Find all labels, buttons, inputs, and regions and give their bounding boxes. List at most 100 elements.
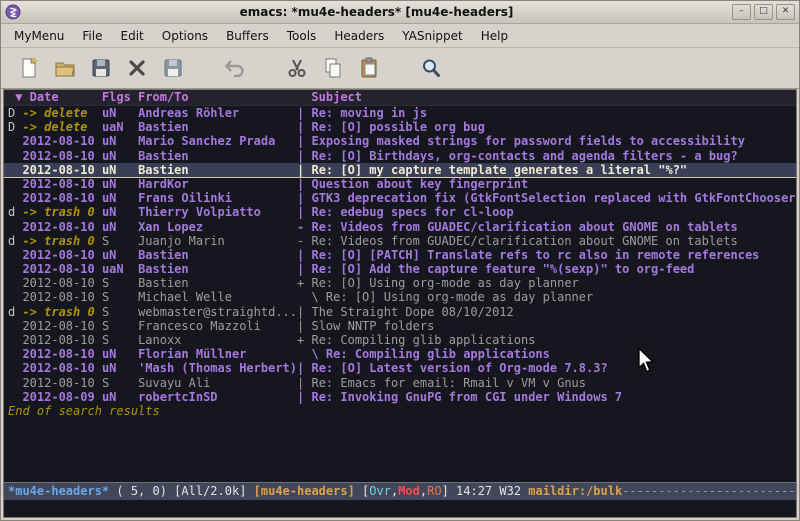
row-text-segment: d (8, 234, 22, 248)
headers-row[interactable]: 2012-08-10 uN HardKor | Question about k… (8, 177, 796, 191)
row-text-segment: Re: edebug specs for cl-loop (311, 205, 513, 219)
menu-item-headers[interactable]: Headers (325, 26, 393, 46)
menu-item-help[interactable]: Help (472, 26, 517, 46)
headers-row[interactable]: 2012-08-10 uN Mario Sanchez Prada | Expo… (8, 134, 796, 148)
mode-line[interactable]: *mu4e-headers* ( 5, 0) [All/2.0k] [mu4e-… (4, 482, 796, 500)
row-text-segment (8, 347, 22, 361)
row-text-segment (8, 290, 22, 304)
modeline-segment: RO (427, 484, 441, 498)
row-text-segment: 2012-08-10 (22, 290, 101, 304)
headers-row[interactable]: 2012-08-10 uN Xan Lopez - Re: Videos fro… (8, 220, 796, 234)
menu-item-file[interactable]: File (73, 26, 111, 46)
headers-row[interactable]: D -> delete uN Andreas Röhler | Re: movi… (8, 106, 796, 120)
row-text-segment: 2012-08-09 (22, 390, 101, 404)
modeline-segment: 14:27 W32 (456, 484, 528, 498)
modeline-segment: [mu4e-headers] (254, 484, 355, 498)
headers-row[interactable]: 2012-08-10 S Lanoxx + Re: Compiling glib… (8, 333, 796, 347)
menu-item-edit[interactable]: Edit (112, 26, 153, 46)
headers-row[interactable]: 2012-08-10 S Bastien + Re: [O] Using org… (8, 276, 796, 290)
headers-row[interactable]: 2012-08-10 uN 'Mash (Thomas Herbert)| Re… (8, 361, 796, 375)
save-buffer-button[interactable] (83, 51, 119, 85)
new-file-button[interactable] (11, 51, 47, 85)
row-text-segment: 2012-08-10 (22, 177, 101, 191)
modeline-segment: Ovr (369, 484, 391, 498)
row-text-segment: End of search results (8, 404, 160, 418)
row-text-segment: - (297, 220, 311, 234)
save-buffer-icon (89, 56, 113, 80)
headers-row[interactable]: 2012-08-10 uaN Bastien | Re: [O] Add the… (8, 262, 796, 276)
minimize-button[interactable]: – (732, 4, 751, 20)
row-text-segment: uN (102, 220, 138, 234)
headers-row[interactable]: 2012-08-10 uN Frans Oilinki | GTK3 depre… (8, 191, 796, 205)
cut-button[interactable] (279, 51, 315, 85)
search-button[interactable] (413, 51, 449, 85)
headers-row[interactable]: d -> trash 0 S webmaster@straightd...| T… (8, 305, 796, 319)
row-text-segment: Bastien (138, 262, 297, 276)
maximize-button[interactable]: □ (754, 4, 773, 20)
row-text-segment: Frans Oilinki (138, 191, 297, 205)
save-as-button[interactable] (155, 51, 191, 85)
headers-row[interactable]: d -> trash 0 uN Thierry Volpiatto | Re: … (8, 205, 796, 219)
row-text-segment (8, 149, 22, 163)
close-button[interactable]: ✕ (776, 4, 795, 20)
headers-row[interactable]: 2012-08-10 S Francesco Mazzoli | Slow NN… (8, 319, 796, 333)
headers-row[interactable]: 2012-08-10 S Suvayu Ali | Re: Emacs for … (8, 376, 796, 390)
row-text-segment: uN (102, 191, 138, 205)
row-text-segment: uN (102, 163, 138, 177)
menu-item-mymenu[interactable]: MyMenu (5, 26, 73, 46)
row-text-segment: GTK3 deprecation fix (GtkFontSelection r… (311, 191, 796, 205)
row-text-segment: 2012-08-10 (22, 276, 101, 290)
kill-buffer-button[interactable] (119, 51, 155, 85)
row-text-segment: Question about key fingerprint (311, 177, 528, 191)
row-text-segment: | (297, 376, 311, 390)
row-text-segment: Re: Videos from GUADEC/clarification abo… (311, 220, 737, 234)
row-text-segment: | (297, 248, 311, 262)
row-text-segment: 2012-08-10 (22, 248, 101, 262)
row-text-segment: - (297, 234, 311, 248)
menu-item-yasnippet[interactable]: YASnippet (393, 26, 472, 46)
row-text-segment: S (102, 319, 138, 333)
row-text-segment: | (297, 163, 311, 177)
headers-row[interactable]: 2012-08-09 uN robertcInSD | Re: Invoking… (8, 390, 796, 404)
headers-row[interactable]: 2012-08-10 uN Bastien | Re: [O] [PATCH] … (8, 248, 796, 262)
headers-row[interactable]: 2012-08-10 uN Bastien | Re: [O] my captu… (4, 163, 796, 177)
buffer-frame: ▼ Date Flgs From/To Subject D -> delete … (3, 89, 797, 518)
row-text-segment: Re: [O] Birthdays, org-contacts and agen… (311, 149, 737, 163)
row-text-segment (8, 361, 22, 375)
open-file-button[interactable] (47, 51, 83, 85)
headers-row[interactable]: 2012-08-10 uN Florian Müllner \ Re: Comp… (8, 347, 796, 361)
title-bar: emacs: *mu4e-headers* [mu4e-headers] –□✕ (1, 1, 799, 24)
row-text-segment: Michael Welle (138, 290, 297, 304)
menu-bar: MyMenuFileEditOptionsBuffersToolsHeaders… (1, 24, 799, 48)
menu-item-options[interactable]: Options (153, 26, 217, 46)
row-text-segment: | (297, 177, 311, 191)
row-text-segment: 2012-08-10 (22, 262, 101, 276)
row-text-segment (8, 390, 22, 404)
row-text-segment: -> delete (22, 106, 101, 120)
row-text-segment: uN (102, 177, 138, 191)
row-text-segment (8, 276, 22, 290)
row-text-segment: Exposing masked strings for password fie… (311, 134, 744, 148)
row-text-segment: 2012-08-10 (22, 361, 101, 375)
row-text-segment: Re: Emacs for email: Rmail v VM v Gnus (311, 376, 586, 390)
headers-row[interactable]: D -> delete uaN Bastien | Re: [O] possib… (8, 120, 796, 134)
headers-row[interactable]: 2012-08-10 uN Bastien | Re: [O] Birthday… (8, 149, 796, 163)
row-text-segment: 2012-08-10 (22, 149, 101, 163)
headers-row[interactable]: End of search results (8, 404, 796, 418)
headers-row[interactable]: 2012-08-10 S Michael Welle \ Re: [O] Usi… (8, 290, 796, 304)
undo-button[interactable] (217, 51, 253, 85)
window-title: emacs: *mu4e-headers* [mu4e-headers] (25, 5, 728, 19)
menu-item-tools[interactable]: Tools (278, 26, 326, 46)
menu-item-buffers[interactable]: Buffers (217, 26, 278, 46)
row-text-segment: webmaster@straightd... (138, 305, 297, 319)
row-text-segment: Mario Sanchez Prada (138, 134, 297, 148)
copy-icon (321, 56, 345, 80)
paste-button[interactable] (351, 51, 387, 85)
row-text-segment: | (297, 305, 311, 319)
modeline-segment: -------------------------------------- (622, 484, 796, 498)
row-text-segment: D (8, 120, 22, 134)
row-text-segment: Re: [O] my capture template generates a … (311, 163, 687, 177)
row-text-segment: 2012-08-10 (22, 134, 101, 148)
copy-button[interactable] (315, 51, 351, 85)
headers-row[interactable]: d -> trash 0 S Juanjo Marin - Re: Videos… (8, 234, 796, 248)
